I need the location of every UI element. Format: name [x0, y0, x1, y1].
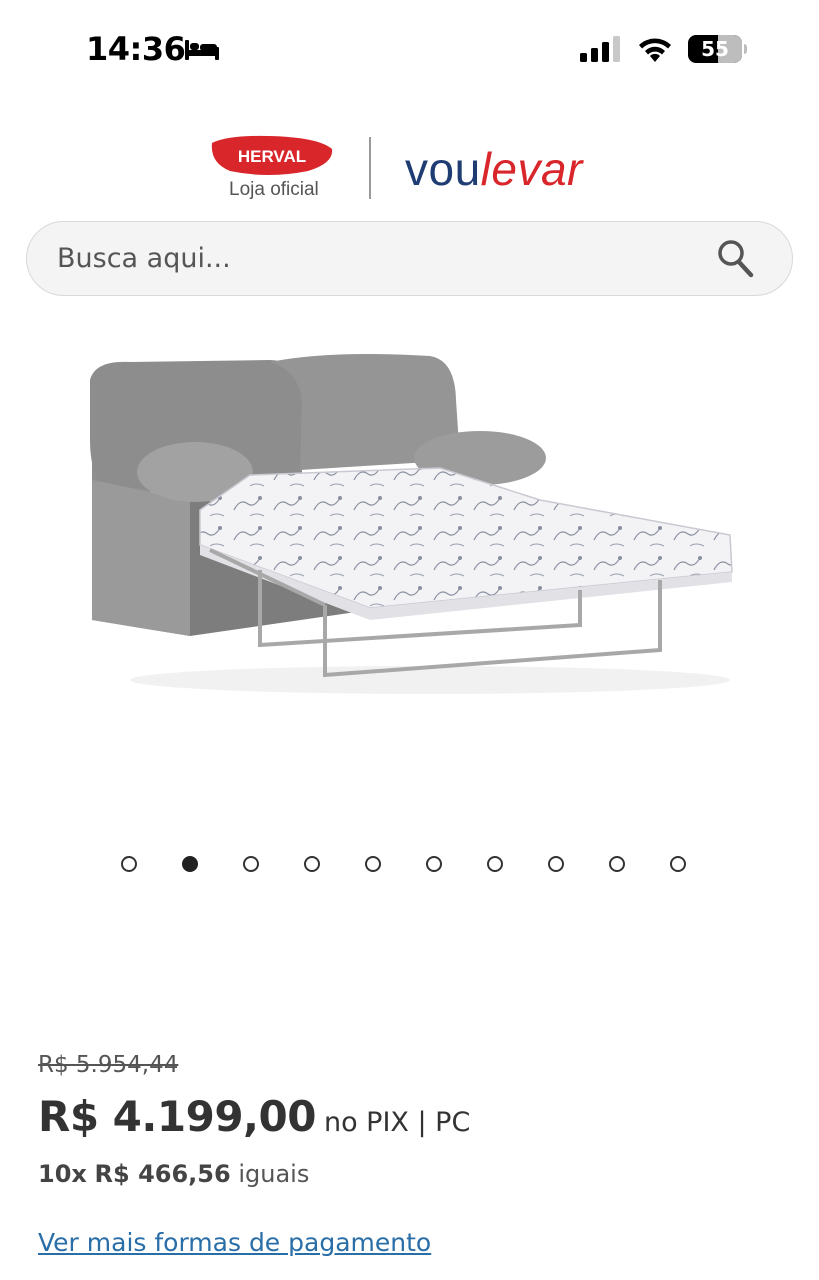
- battery-level: 55: [701, 37, 729, 61]
- wifi-icon: [639, 38, 671, 62]
- product-image[interactable]: [70, 340, 750, 700]
- bed-icon: [185, 40, 219, 60]
- search-bar[interactable]: [26, 221, 793, 296]
- price-line: R$ 4.199,00 no PIX | PC: [38, 1092, 470, 1141]
- carousel-dots: [0, 852, 819, 876]
- carousel-dot[interactable]: [670, 856, 686, 872]
- price-suffix: no PIX | PC: [323, 1107, 471, 1138]
- status-bar: 14:36 55: [0, 0, 819, 100]
- carousel-dot[interactable]: [487, 856, 503, 872]
- voulevar-logo[interactable]: voulevar: [405, 141, 583, 197]
- battery-icon: 55: [688, 35, 747, 63]
- carousel-dot[interactable]: [304, 856, 320, 872]
- search-input[interactable]: [57, 222, 697, 294]
- store-name-part1: vou: [405, 143, 481, 195]
- carousel-dot[interactable]: [609, 856, 625, 872]
- installments: 10x R$ 466,56 iguais: [38, 1160, 309, 1188]
- carousel-dot[interactable]: [548, 856, 564, 872]
- installments-suffix: iguais: [238, 1160, 310, 1188]
- carousel-dot[interactable]: [182, 856, 198, 872]
- store-header: HERVAL Loja oficial voulevar: [0, 125, 819, 215]
- installments-count: 10x: [38, 1160, 87, 1188]
- carousel-dot[interactable]: [365, 856, 381, 872]
- carousel-dot[interactable]: [121, 856, 137, 872]
- herval-logo-text: HERVAL: [238, 147, 306, 166]
- status-time: 14:36: [86, 30, 186, 68]
- logo-divider: [369, 137, 371, 199]
- store-name-part2: levar: [480, 143, 583, 195]
- brand-subtitle: Loja oficial: [229, 179, 319, 200]
- carousel-dot[interactable]: [243, 856, 259, 872]
- installment-value: R$ 466,56: [94, 1160, 231, 1188]
- signal-icon: [580, 36, 620, 62]
- more-payments-link[interactable]: Ver mais formas de pagamento: [38, 1228, 431, 1257]
- current-price: R$ 4.199,00: [38, 1092, 316, 1141]
- carousel-dot[interactable]: [426, 856, 442, 872]
- herval-logo[interactable]: HERVAL: [208, 133, 336, 177]
- old-price: R$ 5.954,44: [38, 1052, 179, 1078]
- search-icon[interactable]: [715, 236, 755, 280]
